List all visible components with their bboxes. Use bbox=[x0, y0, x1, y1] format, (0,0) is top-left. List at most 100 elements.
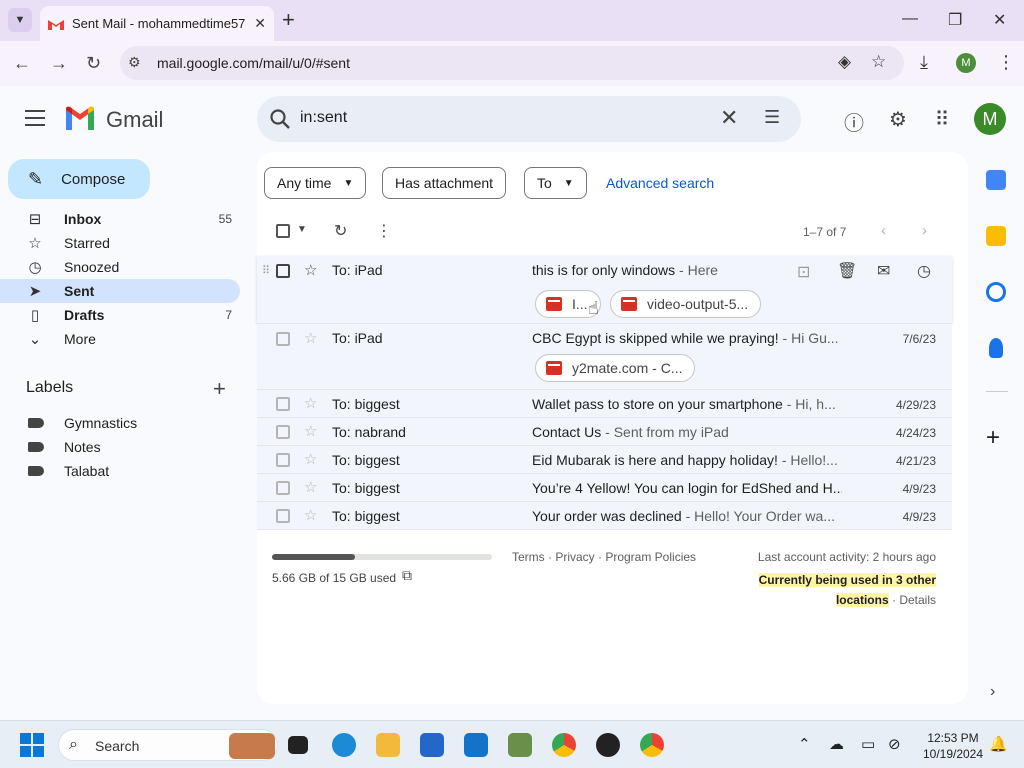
store-icon[interactable] bbox=[420, 733, 444, 757]
table-row[interactable]: ☆ To: biggest Eid Mubarak is here and ha… bbox=[257, 446, 952, 474]
calendar-icon[interactable] bbox=[986, 170, 1006, 190]
sidebar-item-inbox[interactable]: ⊟ Inbox 55 bbox=[0, 207, 240, 231]
help-icon[interactable]: ⓘ bbox=[842, 107, 866, 135]
attachment-chip[interactable]: video-output-5... bbox=[610, 290, 762, 318]
window-close-icon[interactable]: ✕ bbox=[993, 10, 1006, 30]
delete-icon[interactable]: 🗑 bbox=[837, 261, 857, 281]
sidebar-item-snoozed[interactable]: ◷ Snoozed bbox=[0, 255, 240, 279]
onedrive-icon[interactable]: ☁ bbox=[829, 735, 844, 753]
file-explorer-icon[interactable] bbox=[376, 733, 400, 757]
account-avatar[interactable]: M bbox=[974, 103, 1006, 135]
forward-icon[interactable]: → bbox=[50, 53, 68, 74]
search-input[interactable]: in:sent bbox=[300, 109, 347, 127]
reload-icon[interactable]: ↻ bbox=[86, 53, 101, 74]
bookmark-star-icon[interactable]: ☆ bbox=[871, 52, 886, 72]
sidebar-item-drafts[interactable]: ▯ Drafts 7 bbox=[0, 303, 240, 327]
new-tab-icon[interactable]: + bbox=[282, 8, 295, 32]
table-row[interactable]: ☆ To: biggest Your order was declined - … bbox=[257, 502, 952, 530]
address-bar[interactable]: ⚙ mail.google.com/mail/u/0/#sent ◈ ☆ bbox=[120, 46, 904, 80]
search-icon[interactable] bbox=[269, 108, 291, 130]
url-text[interactable]: mail.google.com/mail/u/0/#sent bbox=[157, 55, 350, 71]
edge-icon[interactable] bbox=[332, 733, 356, 757]
row-checkbox[interactable] bbox=[276, 264, 290, 278]
settings-gear-icon[interactable]: ⚙ bbox=[886, 107, 910, 131]
table-row[interactable]: ☆ To: biggest Wallet pass to store on yo… bbox=[257, 390, 952, 418]
hide-side-panel-icon[interactable]: › bbox=[990, 683, 995, 701]
task-view-icon[interactable] bbox=[288, 736, 308, 754]
star-icon[interactable]: ☆ bbox=[304, 329, 317, 347]
tab-close-icon[interactable]: ✕ bbox=[254, 15, 266, 32]
compose-button[interactable]: ✎ Compose bbox=[8, 159, 150, 199]
star-icon[interactable]: ☆ bbox=[304, 394, 317, 412]
tab-search-icon[interactable]: ▼ bbox=[8, 8, 32, 32]
network-icon[interactable]: ⊘ bbox=[888, 735, 901, 753]
site-info-icon[interactable]: ⚙ bbox=[128, 54, 141, 71]
menu-kebab-icon[interactable]: ⋮ bbox=[997, 52, 1015, 73]
label-item-talabat[interactable]: Talabat bbox=[0, 459, 240, 483]
tools-app-icon[interactable] bbox=[508, 733, 532, 757]
lens-icon[interactable]: ◈ bbox=[838, 52, 851, 72]
row-checkbox[interactable] bbox=[276, 397, 290, 411]
table-row[interactable]: ☆ To: biggest You’re 4 Yellow! You can l… bbox=[257, 474, 952, 502]
windows-start-icon[interactable] bbox=[20, 733, 44, 757]
minimize-icon[interactable]: — bbox=[902, 10, 918, 28]
restore-icon[interactable]: ❐ bbox=[948, 10, 962, 30]
search-options-icon[interactable]: ☰ bbox=[764, 107, 780, 128]
star-icon[interactable]: ☆ bbox=[304, 261, 317, 279]
prev-page-icon[interactable]: ‹ bbox=[881, 222, 886, 239]
footer-links[interactable]: Terms · Privacy · Program Policies bbox=[512, 550, 696, 564]
tasks-icon[interactable] bbox=[986, 282, 1006, 302]
star-icon[interactable]: ☆ bbox=[304, 478, 317, 496]
chrome-profile-icon[interactable] bbox=[640, 733, 664, 757]
select-all-checkbox[interactable] bbox=[276, 224, 290, 238]
apps-grid-icon[interactable]: ⠿ bbox=[930, 107, 954, 131]
keep-icon[interactable] bbox=[986, 226, 1006, 246]
profile-avatar[interactable]: M bbox=[956, 53, 976, 73]
sidebar-item-starred[interactable]: ☆ Starred bbox=[0, 231, 240, 255]
back-icon[interactable]: ← bbox=[13, 53, 31, 74]
table-row[interactable]: ☆ To: nabrand Contact Us - Sent from my … bbox=[257, 418, 952, 446]
chrome-icon[interactable] bbox=[552, 733, 576, 757]
refresh-icon[interactable]: ↻ bbox=[334, 221, 347, 241]
get-addons-icon[interactable]: + bbox=[986, 424, 1000, 452]
mark-unread-icon[interactable]: ✉ bbox=[877, 261, 890, 281]
attachment-chip[interactable]: y2mate.com - C... bbox=[535, 354, 696, 382]
row-checkbox[interactable] bbox=[276, 425, 290, 439]
main-menu-icon[interactable] bbox=[25, 110, 45, 126]
contacts-icon[interactable] bbox=[989, 338, 1003, 358]
select-dropdown-icon[interactable]: ▼ bbox=[297, 224, 307, 235]
row-checkbox[interactable] bbox=[276, 481, 290, 495]
any-time-filter[interactable]: Any time ▼ bbox=[264, 167, 367, 199]
sidebar-item-more[interactable]: ⌄ More bbox=[0, 327, 240, 351]
download-icon[interactable]: ⤓ bbox=[920, 52, 928, 73]
taskbar-search[interactable]: ⌕ Search bbox=[58, 729, 278, 761]
create-label-icon[interactable]: + bbox=[213, 376, 226, 402]
label-item-gymnastics[interactable]: Gymnastics bbox=[0, 411, 240, 435]
clear-search-icon[interactable]: ✕ bbox=[720, 105, 738, 131]
table-row[interactable]: ☆ To: iPad CBC Egypt is skipped while we… bbox=[257, 324, 952, 390]
system-clock[interactable]: 12:53 PM 10/19/2024 bbox=[918, 730, 988, 762]
label-item-notes[interactable]: Notes bbox=[0, 435, 240, 459]
advanced-search-link[interactable]: Advanced search bbox=[606, 175, 714, 191]
row-checkbox[interactable] bbox=[276, 453, 290, 467]
next-page-icon[interactable]: › bbox=[922, 222, 927, 239]
show-hidden-icons-icon[interactable]: ⌃ bbox=[798, 735, 811, 753]
drag-handle-icon[interactable]: ⠿ bbox=[262, 264, 270, 277]
gmail-wordmark[interactable]: Gmail bbox=[106, 107, 163, 133]
star-icon[interactable]: ☆ bbox=[304, 422, 317, 440]
row-checkbox[interactable] bbox=[276, 509, 290, 523]
star-icon[interactable]: ☆ bbox=[304, 506, 317, 524]
star-icon[interactable]: ☆ bbox=[304, 450, 317, 468]
display-icon[interactable]: ▭ bbox=[861, 735, 875, 753]
details-link[interactable]: · Details bbox=[889, 593, 936, 607]
row-checkbox[interactable] bbox=[276, 332, 290, 346]
notifications-bell-icon[interactable]: 🔔 bbox=[989, 735, 1008, 753]
gmail-logo-icon[interactable] bbox=[64, 106, 96, 130]
browser-tab[interactable]: Sent Mail - mohammedtime57 ✕ bbox=[40, 6, 274, 41]
sidebar-item-sent[interactable]: ➤ Sent bbox=[0, 279, 240, 303]
snooze-icon[interactable]: ◷ bbox=[917, 261, 931, 281]
more-actions-icon[interactable]: ⋮ bbox=[376, 221, 392, 241]
mail-app-icon[interactable] bbox=[464, 733, 488, 757]
archive-icon[interactable]: ⊡ bbox=[797, 262, 810, 282]
table-row[interactable]: ⠿ ☆ To: iPad this is for only windows - … bbox=[257, 256, 952, 324]
